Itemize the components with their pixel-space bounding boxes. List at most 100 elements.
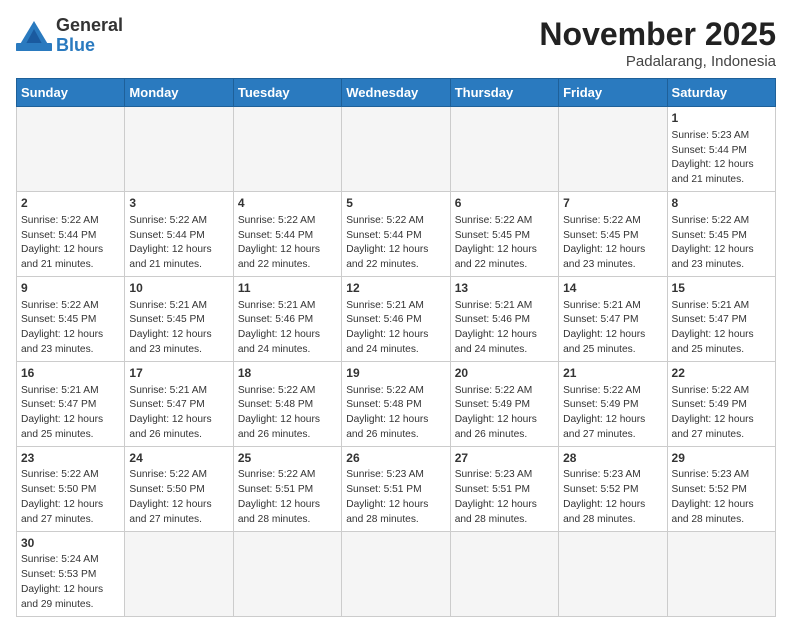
day-number: 27 xyxy=(455,450,554,467)
calendar-cell: 27Sunrise: 5:23 AM Sunset: 5:51 PM Dayli… xyxy=(450,446,558,531)
calendar-cell: 26Sunrise: 5:23 AM Sunset: 5:51 PM Dayli… xyxy=(342,446,450,531)
calendar-cell: 23Sunrise: 5:22 AM Sunset: 5:50 PM Dayli… xyxy=(17,446,125,531)
day-number: 2 xyxy=(21,195,120,212)
calendar-cell: 4 Sunrise: 5:22 AM Sunset: 5:44 PM Daylig… xyxy=(233,191,341,276)
day-info: Sunrise: 5:23 AM Sunset: 5:44 PM Dayligh… xyxy=(672,129,771,188)
day-number: 29 xyxy=(672,450,771,467)
day-number: 4 xyxy=(238,195,337,212)
weekday-header-tuesday: Tuesday xyxy=(233,79,341,107)
calendar-cell xyxy=(667,531,775,616)
day-info: Sunrise: 5:23 AM Sunset: 5:52 PM Dayligh… xyxy=(672,468,771,527)
logo: General Blue xyxy=(16,16,123,56)
day-info: Sunrise: 5:21 AM Sunset: 5:47 PM Dayligh… xyxy=(672,299,771,358)
calendar-cell: 15 Sunrise: 5:21 AM Sunset: 5:47 PM Dayli… xyxy=(667,276,775,361)
day-info: Sunrise: 5:22 AM Sunset: 5:45 PM Dayligh… xyxy=(455,214,554,273)
calendar-week-row: 30Sunrise: 5:24 AM Sunset: 5:53 PM Dayli… xyxy=(17,531,776,616)
day-number: 20 xyxy=(455,365,554,382)
calendar-cell xyxy=(559,107,667,192)
day-number: 11 xyxy=(238,280,337,297)
calendar-cell: 17 Sunrise: 5:21 AM Sunset: 5:47 PM Dayli… xyxy=(125,361,233,446)
calendar-cell xyxy=(559,531,667,616)
calendar-cell xyxy=(125,531,233,616)
day-info: Sunrise: 5:24 AM Sunset: 5:53 PM Dayligh… xyxy=(21,553,120,612)
day-number: 7 xyxy=(563,195,662,212)
calendar-cell xyxy=(450,107,558,192)
calendar-week-row: 2 Sunrise: 5:22 AM Sunset: 5:44 PM Daylig… xyxy=(17,191,776,276)
day-number: 16 xyxy=(21,365,120,382)
day-number: 14 xyxy=(563,280,662,297)
calendar-cell: 18 Sunrise: 5:22 AM Sunset: 5:48 PM Dayli… xyxy=(233,361,341,446)
day-number: 8 xyxy=(672,195,771,212)
calendar-cell: 7 Sunrise: 5:22 AM Sunset: 5:45 PM Daylig… xyxy=(559,191,667,276)
calendar-cell xyxy=(342,531,450,616)
calendar-cell xyxy=(125,107,233,192)
calendar-cell: 12Sunrise: 5:21 AM Sunset: 5:46 PM Dayli… xyxy=(342,276,450,361)
calendar-cell: 28Sunrise: 5:23 AM Sunset: 5:52 PM Dayli… xyxy=(559,446,667,531)
day-info: Sunrise: 5:22 AM Sunset: 5:44 PM Dayligh… xyxy=(346,214,445,273)
calendar-cell: 13 Sunrise: 5:21 AM Sunset: 5:46 PM Dayli… xyxy=(450,276,558,361)
day-info: Sunrise: 5:21 AM Sunset: 5:47 PM Dayligh… xyxy=(129,384,228,443)
weekday-header-thursday: Thursday xyxy=(450,79,558,107)
calendar-cell: 9 Sunrise: 5:22 AM Sunset: 5:45 PM Daylig… xyxy=(17,276,125,361)
day-number: 22 xyxy=(672,365,771,382)
day-info: Sunrise: 5:22 AM Sunset: 5:44 PM Dayligh… xyxy=(129,214,228,273)
page-header: General Blue November 2025 Padalarang, I… xyxy=(16,16,776,70)
day-info: Sunrise: 5:23 AM Sunset: 5:51 PM Dayligh… xyxy=(346,468,445,527)
weekday-header-friday: Friday xyxy=(559,79,667,107)
calendar-cell: 11Sunrise: 5:21 AM Sunset: 5:46 PM Dayli… xyxy=(233,276,341,361)
weekday-header-wednesday: Wednesday xyxy=(342,79,450,107)
calendar-cell: 24Sunrise: 5:22 AM Sunset: 5:50 PM Dayli… xyxy=(125,446,233,531)
day-number: 25 xyxy=(238,450,337,467)
logo-text: General Blue xyxy=(56,16,123,56)
calendar-cell xyxy=(17,107,125,192)
weekday-header-monday: Monday xyxy=(125,79,233,107)
logo-icon xyxy=(16,21,52,51)
calendar-week-row: 16 Sunrise: 5:21 AM Sunset: 5:47 PM Dayli… xyxy=(17,361,776,446)
calendar-cell: 14 Sunrise: 5:21 AM Sunset: 5:47 PM Dayli… xyxy=(559,276,667,361)
day-number: 17 xyxy=(129,365,228,382)
calendar-cell: 1Sunrise: 5:23 AM Sunset: 5:44 PM Daylig… xyxy=(667,107,775,192)
calendar-cell: 6 Sunrise: 5:22 AM Sunset: 5:45 PM Daylig… xyxy=(450,191,558,276)
day-info: Sunrise: 5:21 AM Sunset: 5:46 PM Dayligh… xyxy=(346,299,445,358)
day-number: 30 xyxy=(21,535,120,552)
day-number: 28 xyxy=(563,450,662,467)
calendar-cell: 5 Sunrise: 5:22 AM Sunset: 5:44 PM Daylig… xyxy=(342,191,450,276)
day-info: Sunrise: 5:22 AM Sunset: 5:44 PM Dayligh… xyxy=(21,214,120,273)
day-info: Sunrise: 5:21 AM Sunset: 5:46 PM Dayligh… xyxy=(455,299,554,358)
day-number: 18 xyxy=(238,365,337,382)
calendar-cell: 16 Sunrise: 5:21 AM Sunset: 5:47 PM Dayli… xyxy=(17,361,125,446)
weekday-header-sunday: Sunday xyxy=(17,79,125,107)
calendar-cell: 19Sunrise: 5:22 AM Sunset: 5:48 PM Dayli… xyxy=(342,361,450,446)
month-year-title: November 2025 xyxy=(539,16,776,53)
calendar-cell xyxy=(342,107,450,192)
day-number: 21 xyxy=(563,365,662,382)
day-info: Sunrise: 5:21 AM Sunset: 5:45 PM Dayligh… xyxy=(129,299,228,358)
day-number: 26 xyxy=(346,450,445,467)
day-info: Sunrise: 5:21 AM Sunset: 5:47 PM Dayligh… xyxy=(563,299,662,358)
day-number: 6 xyxy=(455,195,554,212)
calendar-cell xyxy=(233,107,341,192)
calendar-cell xyxy=(450,531,558,616)
calendar-week-row: 23Sunrise: 5:22 AM Sunset: 5:50 PM Dayli… xyxy=(17,446,776,531)
day-info: Sunrise: 5:22 AM Sunset: 5:45 PM Dayligh… xyxy=(563,214,662,273)
day-info: Sunrise: 5:22 AM Sunset: 5:50 PM Dayligh… xyxy=(129,468,228,527)
day-number: 13 xyxy=(455,280,554,297)
calendar-cell: 29Sunrise: 5:23 AM Sunset: 5:52 PM Dayli… xyxy=(667,446,775,531)
calendar-cell: 10 Sunrise: 5:21 AM Sunset: 5:45 PM Dayli… xyxy=(125,276,233,361)
calendar-cell: 2 Sunrise: 5:22 AM Sunset: 5:44 PM Daylig… xyxy=(17,191,125,276)
day-number: 3 xyxy=(129,195,228,212)
day-number: 5 xyxy=(346,195,445,212)
day-info: Sunrise: 5:22 AM Sunset: 5:48 PM Dayligh… xyxy=(238,384,337,443)
calendar-table: SundayMondayTuesdayWednesdayThursdayFrid… xyxy=(16,78,776,617)
calendar-cell: 25Sunrise: 5:22 AM Sunset: 5:51 PM Dayli… xyxy=(233,446,341,531)
calendar-week-row: 9 Sunrise: 5:22 AM Sunset: 5:45 PM Daylig… xyxy=(17,276,776,361)
calendar-cell: 20Sunrise: 5:22 AM Sunset: 5:49 PM Dayli… xyxy=(450,361,558,446)
day-info: Sunrise: 5:21 AM Sunset: 5:47 PM Dayligh… xyxy=(21,384,120,443)
calendar-cell: 3 Sunrise: 5:22 AM Sunset: 5:44 PM Daylig… xyxy=(125,191,233,276)
day-number: 19 xyxy=(346,365,445,382)
day-number: 9 xyxy=(21,280,120,297)
day-info: Sunrise: 5:22 AM Sunset: 5:45 PM Dayligh… xyxy=(21,299,120,358)
day-number: 15 xyxy=(672,280,771,297)
day-info: Sunrise: 5:22 AM Sunset: 5:44 PM Dayligh… xyxy=(238,214,337,273)
day-number: 10 xyxy=(129,280,228,297)
